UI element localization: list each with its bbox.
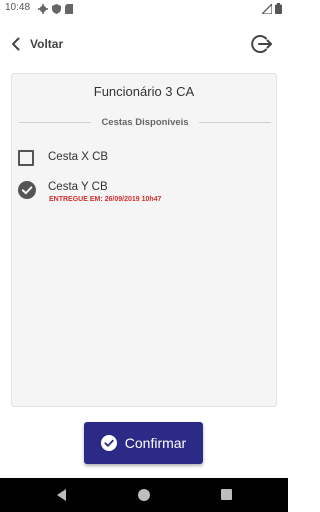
recents-square-icon[interactable]	[221, 489, 232, 500]
chevron-left-icon	[12, 37, 20, 51]
confirm-button[interactable]: Confirmar	[84, 422, 203, 464]
gear-icon	[38, 3, 48, 14]
logout-icon	[251, 35, 272, 53]
battery-icon	[275, 3, 282, 14]
employee-name: Funcionário 3 CA	[93, 84, 195, 99]
confirm-label: Confirmar	[124, 435, 187, 451]
basket-card: Funcionário 3 CA Cestas Disponíveis Cest…	[11, 73, 277, 407]
status-icons-left	[38, 3, 73, 14]
checkbox-unchecked[interactable]	[18, 150, 34, 166]
back-label: Voltar	[30, 37, 64, 51]
status-bar: 10:48	[0, 0, 288, 17]
basket-item-cesta-x[interactable]: Cesta X CB	[18, 148, 258, 170]
section-header: Cestas Disponíveis	[19, 115, 271, 129]
basket-item-label: Cesta Y CB	[48, 181, 108, 193]
status-icons-right	[262, 3, 282, 14]
section-label: Cestas Disponíveis	[101, 116, 189, 128]
shield-icon	[52, 3, 61, 14]
logout-button[interactable]	[250, 32, 274, 56]
sim-card-icon	[65, 3, 73, 14]
app-header: Voltar	[0, 24, 288, 64]
status-time: 10:48	[5, 2, 31, 13]
basket-item-cesta-y[interactable]: Cesta Y CB ENTREGUE EM: 26/09/2019 10h47	[18, 178, 258, 212]
navigation-bar	[0, 478, 288, 512]
back-button[interactable]: Voltar	[8, 32, 63, 56]
back-triangle-icon[interactable]	[55, 488, 69, 502]
section-divider-left	[19, 121, 92, 123]
home-circle-icon[interactable]	[138, 489, 150, 501]
section-divider-right	[198, 121, 271, 123]
check-circle-checked-icon[interactable]	[18, 181, 36, 199]
check-circle-icon	[100, 435, 117, 451]
signal-icon	[262, 3, 272, 14]
delivered-note: ENTREGUE EM: 26/09/2019 10h47	[49, 196, 162, 203]
basket-item-label: Cesta X CB	[48, 151, 109, 163]
